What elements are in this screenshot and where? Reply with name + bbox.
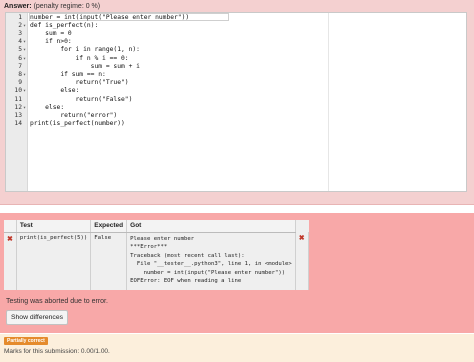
- test-column-header: Test: [16, 220, 92, 233]
- line-number: 6: [18, 54, 22, 62]
- line-number: 7: [18, 62, 22, 70]
- got-cell: Please enter number ***Error*** Tracebac…: [126, 232, 296, 290]
- fold-toggle-icon[interactable]: ▾: [23, 87, 26, 95]
- code-text[interactable]: if sum == n:: [30, 71, 106, 79]
- results-table: Test Expected Got ✖ print(is_perfect(5))…: [4, 220, 309, 290]
- grade-footer: Partially correct Marks for this submiss…: [0, 334, 474, 362]
- show-differences-button[interactable]: Show differences: [6, 310, 68, 325]
- code-text[interactable]: number = int(input("Please enter number"…: [30, 14, 189, 22]
- got-line: Please enter number: [130, 235, 195, 242]
- answer-label: Answer:: [4, 3, 32, 10]
- answer-header: Answer: (penalty regime: 0 %): [4, 3, 100, 10]
- fold-toggle-icon[interactable]: ▾: [23, 38, 26, 46]
- code-line[interactable]: 7 sum = sum + i: [6, 63, 466, 71]
- fold-toggle-icon[interactable]: ▾: [23, 104, 26, 112]
- got-column-header: Got: [126, 220, 296, 233]
- line-number: 11: [14, 95, 22, 103]
- got-line: Traceback (most recent call last):: [130, 252, 245, 259]
- status-column-header: [4, 220, 17, 233]
- code-text[interactable]: for i in range(1, n):: [30, 46, 140, 54]
- line-number: 8: [18, 70, 22, 78]
- code-text[interactable]: return("False"): [30, 96, 132, 104]
- line-number: 9: [18, 79, 22, 87]
- code-text[interactable]: return("True"): [30, 79, 128, 87]
- code-line[interactable]: 1 number = int(input("Please enter number…: [6, 14, 466, 22]
- code-text[interactable]: else:: [30, 87, 79, 95]
- code-editor[interactable]: 1 number = int(input("Please enter number…: [5, 12, 467, 192]
- got-line: EOFError: EOF when reading a line: [130, 278, 242, 285]
- fold-toggle-icon[interactable]: ▾: [23, 71, 26, 79]
- code-line[interactable]: 12 ▾ else:: [6, 104, 466, 112]
- answer-panel: Answer: (penalty regime: 0 %) 1 number = …: [0, 0, 474, 205]
- status-badge: Partially correct: [4, 337, 48, 345]
- got-line: File "__tester__.python3", line 1, in <m…: [130, 261, 292, 268]
- marks-text: Marks for this submission: 0.00/1.00.: [4, 348, 110, 355]
- code-line[interactable]: 9 return("True"): [6, 79, 466, 87]
- fold-toggle-icon[interactable]: ▾: [23, 46, 26, 54]
- code-text[interactable]: if n % i == 0:: [30, 55, 128, 63]
- results-header-row: Test Expected Got: [4, 220, 308, 233]
- fold-toggle-icon[interactable]: ▾: [23, 22, 26, 30]
- line-number: 4: [18, 38, 22, 46]
- table-row: ✖ print(is_perfect(5)) False Please ente…: [4, 232, 309, 290]
- code-line[interactable]: 14 print(is_perfect(number)): [6, 120, 466, 128]
- code-line[interactable]: 13 return("error"): [6, 112, 466, 120]
- penalty-regime: (penalty regime: 0 %): [33, 3, 101, 10]
- got-line: number = int(input("Please enter number"…: [130, 269, 286, 276]
- line-number: 3: [18, 29, 22, 37]
- code-line[interactable]: 4 ▾ if n>0:: [6, 38, 466, 46]
- code-line[interactable]: 3 sum = 0: [6, 30, 466, 38]
- code-line[interactable]: 2 ▾ def is_perfect(n):: [6, 22, 466, 30]
- code-text[interactable]: if n>0:: [30, 38, 72, 46]
- code-line[interactable]: 6 ▾ if n % i == 0:: [6, 55, 466, 63]
- line-number: 10: [14, 87, 22, 95]
- code-line[interactable]: 11 return("False"): [6, 96, 466, 104]
- code-line[interactable]: 8 ▾ if sum == n:: [6, 71, 466, 79]
- code-text[interactable]: print(is_perfect(number)): [30, 120, 125, 128]
- line-number: 13: [14, 111, 22, 119]
- line-number: 5: [18, 46, 22, 54]
- fold-toggle-icon[interactable]: ▾: [23, 55, 26, 63]
- code-text[interactable]: return("error"): [30, 112, 117, 120]
- line-number: 2: [18, 21, 22, 29]
- code-text[interactable]: def is_perfect(n):: [30, 22, 98, 30]
- fail-result-icon: ✖: [295, 232, 309, 290]
- line-number: 12: [14, 103, 22, 111]
- expected-cell: False: [90, 232, 128, 290]
- code-line[interactable]: 10 ▾ else:: [6, 87, 466, 95]
- abort-message: Testing was aborted due to error.: [6, 298, 108, 305]
- code-text[interactable]: sum = sum + i: [30, 63, 140, 71]
- got-line: ***Error***: [130, 244, 168, 251]
- code-text[interactable]: sum = 0: [30, 30, 72, 38]
- fail-status-icon: ✖: [4, 232, 17, 290]
- line-number: 14: [14, 120, 22, 128]
- test-results-panel: Test Expected Got ✖ print(is_perfect(5))…: [0, 213, 474, 333]
- line-number: 1: [18, 13, 22, 21]
- code-line[interactable]: 5 ▾ for i in range(1, n):: [6, 46, 466, 54]
- code-text[interactable]: else:: [30, 104, 64, 112]
- test-cell: print(is_perfect(5)): [16, 232, 92, 290]
- expected-column-header: Expected: [90, 220, 128, 233]
